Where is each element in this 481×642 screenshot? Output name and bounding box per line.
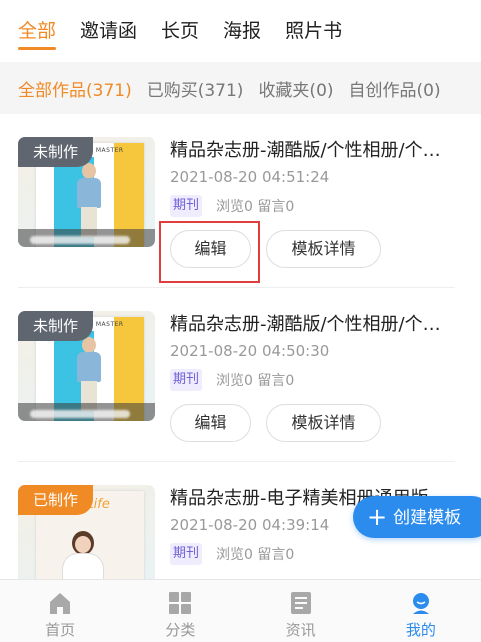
grid-icon [169, 592, 192, 614]
home-icon [50, 593, 71, 614]
blurred-caption [18, 229, 155, 247]
nav-home[interactable]: 首页 [0, 580, 120, 642]
work-date: 2021-08-20 04:50:30 [170, 342, 330, 360]
category-tabs: 全部 邀请函 长页 海报 照片书 [0, 0, 481, 56]
work-stats: 浏览0 留言0 [216, 547, 295, 563]
template-detail-button[interactable]: 模板详情 [266, 230, 381, 268]
work-date: 2021-08-20 04:39:14 [170, 516, 330, 534]
tab-invitation[interactable]: 邀请函 [80, 0, 137, 56]
blurred-caption [18, 403, 155, 421]
nav-news-label: 资讯 [285, 621, 316, 639]
work-stats: 浏览0 留言0 [216, 199, 295, 215]
nav-mine-label: 我的 [405, 621, 436, 639]
edit-button[interactable]: 编辑 [170, 404, 251, 442]
tab-all[interactable]: 全部 [18, 0, 57, 56]
nav-home-label: 首页 [45, 621, 76, 639]
plus-icon: + [367, 503, 388, 531]
work-tag: 期刊 [170, 369, 203, 391]
work-card[interactable]: THE MASTER 未制作 精品杂志册-潮酷版/个性相册/个性写真集 2021… [0, 114, 481, 288]
work-date: 2021-08-20 04:51:24 [170, 168, 330, 186]
work-tag: 期刊 [170, 543, 203, 565]
tab-photo-book[interactable]: 照片书 [285, 0, 342, 56]
filter-purchased[interactable]: 已购买(371) [147, 76, 244, 101]
work-tag: 期刊 [170, 195, 203, 217]
tab-long-page[interactable]: 长页 [161, 0, 199, 56]
user-icon [412, 593, 429, 614]
nav-category[interactable]: 分类 [120, 580, 240, 642]
bottom-nav: 首页 分类 资讯 我的 [0, 579, 481, 642]
work-card[interactable]: THE MASTER 未制作 精品杂志册-潮酷版/个性相册/个性写真集 2021… [0, 288, 481, 462]
filter-favorites[interactable]: 收藏夹(0) [258, 76, 333, 101]
filter-all-works[interactable]: 全部作品(371) [18, 76, 132, 101]
filter-self-created[interactable]: 自创作品(0) [349, 76, 441, 101]
status-badge: 已制作 [18, 485, 94, 515]
template-detail-button[interactable]: 模板详情 [266, 404, 381, 442]
tab-poster[interactable]: 海报 [223, 0, 261, 56]
news-icon [290, 592, 311, 614]
status-badge: 未制作 [18, 137, 94, 167]
filter-bar: 全部作品(371) 已购买(371) 收藏夹(0) 自创作品(0) [0, 62, 481, 114]
nav-news[interactable]: 资讯 [241, 580, 361, 642]
work-title[interactable]: 精品杂志册-潮酷版/个性相册/个性写真集 [170, 310, 455, 336]
create-template-label: 创建模板 [393, 508, 462, 528]
work-stats: 浏览0 留言0 [216, 373, 295, 389]
create-template-button[interactable]: + 创建模板 [353, 496, 481, 538]
work-title[interactable]: 精品杂志册-潮酷版/个性相册/个性写真集 [170, 136, 455, 162]
status-badge: 未制作 [18, 311, 94, 341]
nav-category-label: 分类 [165, 621, 196, 639]
highlight-box [159, 221, 260, 283]
nav-mine[interactable]: 我的 [361, 580, 481, 642]
